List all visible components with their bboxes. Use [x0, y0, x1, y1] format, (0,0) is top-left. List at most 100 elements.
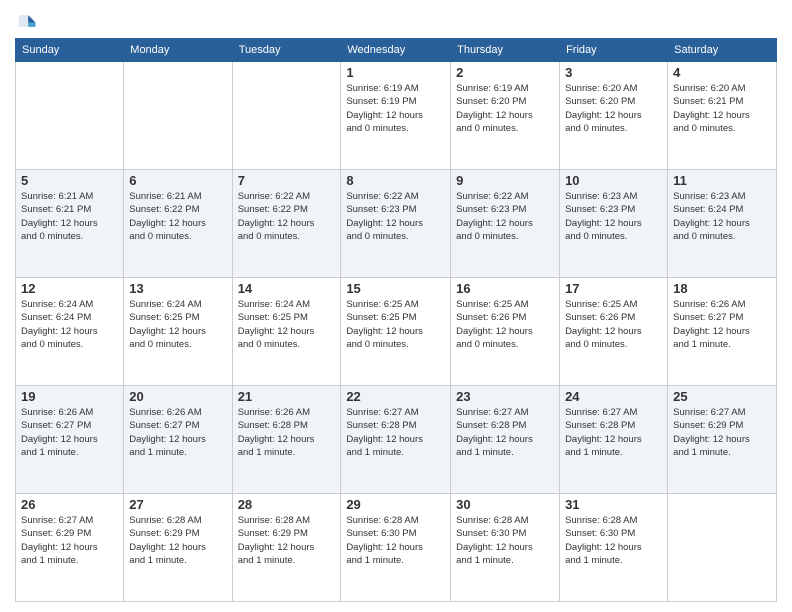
day-info: Sunrise: 6:19 AMSunset: 6:19 PMDaylight:… [346, 82, 445, 135]
day-number: 22 [346, 389, 445, 404]
calendar-week-row: 12 Sunrise: 6:24 AMSunset: 6:24 PMDayligh… [16, 278, 777, 386]
day-info: Sunrise: 6:28 AMSunset: 6:29 PMDaylight:… [129, 514, 226, 567]
calendar-cell: 22 Sunrise: 6:27 AMSunset: 6:28 PMDayligh… [341, 386, 451, 494]
day-info: Sunrise: 6:24 AMSunset: 6:25 PMDaylight:… [129, 298, 226, 351]
calendar-cell: 10 Sunrise: 6:23 AMSunset: 6:23 PMDayligh… [560, 170, 668, 278]
day-number: 3 [565, 65, 662, 80]
day-number: 11 [673, 173, 771, 188]
day-info: Sunrise: 6:23 AMSunset: 6:23 PMDaylight:… [565, 190, 662, 243]
day-info: Sunrise: 6:19 AMSunset: 6:20 PMDaylight:… [456, 82, 554, 135]
day-number: 7 [238, 173, 336, 188]
day-number: 6 [129, 173, 226, 188]
weekday-header-monday: Monday [124, 39, 232, 62]
calendar-cell: 25 Sunrise: 6:27 AMSunset: 6:29 PMDayligh… [668, 386, 777, 494]
calendar-cell: 15 Sunrise: 6:25 AMSunset: 6:25 PMDayligh… [341, 278, 451, 386]
day-info: Sunrise: 6:23 AMSunset: 6:24 PMDaylight:… [673, 190, 771, 243]
day-info: Sunrise: 6:28 AMSunset: 6:30 PMDaylight:… [456, 514, 554, 567]
weekday-header-tuesday: Tuesday [232, 39, 341, 62]
day-info: Sunrise: 6:24 AMSunset: 6:24 PMDaylight:… [21, 298, 118, 351]
day-number: 29 [346, 497, 445, 512]
day-number: 28 [238, 497, 336, 512]
calendar-cell: 8 Sunrise: 6:22 AMSunset: 6:23 PMDaylight… [341, 170, 451, 278]
calendar-cell: 14 Sunrise: 6:24 AMSunset: 6:25 PMDayligh… [232, 278, 341, 386]
calendar-cell: 17 Sunrise: 6:25 AMSunset: 6:26 PMDayligh… [560, 278, 668, 386]
day-info: Sunrise: 6:22 AMSunset: 6:23 PMDaylight:… [456, 190, 554, 243]
header [15, 10, 777, 32]
calendar-cell: 5Sunrise: 6:21 AMSunset: 6:21 PMDaylight… [16, 170, 124, 278]
calendar-cell: 28 Sunrise: 6:28 AMSunset: 6:29 PMDayligh… [232, 494, 341, 602]
weekday-header-sunday: Sunday [16, 39, 124, 62]
day-info: Sunrise: 6:26 AMSunset: 6:27 PMDaylight:… [21, 406, 118, 459]
day-number: 26 [21, 497, 118, 512]
calendar-cell [16, 62, 124, 170]
day-number: 25 [673, 389, 771, 404]
day-info: Sunrise: 6:25 AMSunset: 6:26 PMDaylight:… [565, 298, 662, 351]
day-number: 12 [21, 281, 118, 296]
day-number: 16 [456, 281, 554, 296]
calendar-cell: 24 Sunrise: 6:27 AMSunset: 6:28 PMDayligh… [560, 386, 668, 494]
day-info: Sunrise: 6:21 AMSunset: 6:22 PMDaylight:… [129, 190, 226, 243]
day-info: Sunrise: 6:28 AMSunset: 6:29 PMDaylight:… [238, 514, 336, 567]
calendar-cell: 9 Sunrise: 6:22 AMSunset: 6:23 PMDaylight… [451, 170, 560, 278]
day-info: Sunrise: 6:28 AMSunset: 6:30 PMDaylight:… [565, 514, 662, 567]
weekday-header-thursday: Thursday [451, 39, 560, 62]
calendar-cell [232, 62, 341, 170]
calendar-cell: 19 Sunrise: 6:26 AMSunset: 6:27 PMDayligh… [16, 386, 124, 494]
calendar-cell: 27Sunrise: 6:28 AMSunset: 6:29 PMDayligh… [124, 494, 232, 602]
calendar-cell: 20Sunrise: 6:26 AMSunset: 6:27 PMDayligh… [124, 386, 232, 494]
calendar-cell: 2 Sunrise: 6:19 AMSunset: 6:20 PMDaylight… [451, 62, 560, 170]
calendar-week-row: 26 Sunrise: 6:27 AMSunset: 6:29 PMDayligh… [16, 494, 777, 602]
day-number: 13 [129, 281, 226, 296]
calendar-table: SundayMondayTuesdayWednesdayThursdayFrid… [15, 38, 777, 602]
day-info: Sunrise: 6:24 AMSunset: 6:25 PMDaylight:… [238, 298, 336, 351]
calendar-cell [668, 494, 777, 602]
weekday-header-wednesday: Wednesday [341, 39, 451, 62]
day-info: Sunrise: 6:26 AMSunset: 6:28 PMDaylight:… [238, 406, 336, 459]
day-number: 5 [21, 173, 118, 188]
day-info: Sunrise: 6:27 AMSunset: 6:28 PMDaylight:… [346, 406, 445, 459]
day-info: Sunrise: 6:25 AMSunset: 6:26 PMDaylight:… [456, 298, 554, 351]
day-number: 9 [456, 173, 554, 188]
calendar-cell: 7Sunrise: 6:22 AMSunset: 6:22 PMDaylight… [232, 170, 341, 278]
calendar-cell: 18 Sunrise: 6:26 AMSunset: 6:27 PMDayligh… [668, 278, 777, 386]
calendar-week-row: 5Sunrise: 6:21 AMSunset: 6:21 PMDaylight… [16, 170, 777, 278]
day-number: 31 [565, 497, 662, 512]
day-info: Sunrise: 6:26 AMSunset: 6:27 PMDaylight:… [673, 298, 771, 351]
weekday-header-friday: Friday [560, 39, 668, 62]
day-info: Sunrise: 6:27 AMSunset: 6:29 PMDaylight:… [21, 514, 118, 567]
day-info: Sunrise: 6:27 AMSunset: 6:29 PMDaylight:… [673, 406, 771, 459]
calendar-cell: 6 Sunrise: 6:21 AMSunset: 6:22 PMDaylight… [124, 170, 232, 278]
logo-icon [15, 10, 37, 32]
day-number: 8 [346, 173, 445, 188]
calendar-week-row: 1 Sunrise: 6:19 AMSunset: 6:19 PMDaylight… [16, 62, 777, 170]
day-number: 24 [565, 389, 662, 404]
page: SundayMondayTuesdayWednesdayThursdayFrid… [0, 0, 792, 612]
day-number: 17 [565, 281, 662, 296]
calendar-cell: 3Sunrise: 6:20 AMSunset: 6:20 PMDaylight… [560, 62, 668, 170]
calendar-cell: 21 Sunrise: 6:26 AMSunset: 6:28 PMDayligh… [232, 386, 341, 494]
day-number: 20 [129, 389, 226, 404]
calendar-cell: 23 Sunrise: 6:27 AMSunset: 6:28 PMDayligh… [451, 386, 560, 494]
calendar-cell: 11 Sunrise: 6:23 AMSunset: 6:24 PMDayligh… [668, 170, 777, 278]
day-number: 21 [238, 389, 336, 404]
calendar-cell: 12 Sunrise: 6:24 AMSunset: 6:24 PMDayligh… [16, 278, 124, 386]
day-number: 19 [21, 389, 118, 404]
day-info: Sunrise: 6:28 AMSunset: 6:30 PMDaylight:… [346, 514, 445, 567]
calendar-cell [124, 62, 232, 170]
weekday-header-row: SundayMondayTuesdayWednesdayThursdayFrid… [16, 39, 777, 62]
day-number: 23 [456, 389, 554, 404]
calendar-cell: 26 Sunrise: 6:27 AMSunset: 6:29 PMDayligh… [16, 494, 124, 602]
day-info: Sunrise: 6:20 AMSunset: 6:21 PMDaylight:… [673, 82, 771, 135]
day-info: Sunrise: 6:27 AMSunset: 6:28 PMDaylight:… [565, 406, 662, 459]
day-info: Sunrise: 6:27 AMSunset: 6:28 PMDaylight:… [456, 406, 554, 459]
day-number: 10 [565, 173, 662, 188]
day-number: 15 [346, 281, 445, 296]
calendar-cell: 30Sunrise: 6:28 AMSunset: 6:30 PMDayligh… [451, 494, 560, 602]
day-info: Sunrise: 6:22 AMSunset: 6:23 PMDaylight:… [346, 190, 445, 243]
calendar-cell: 4Sunrise: 6:20 AMSunset: 6:21 PMDaylight… [668, 62, 777, 170]
day-number: 18 [673, 281, 771, 296]
day-info: Sunrise: 6:25 AMSunset: 6:25 PMDaylight:… [346, 298, 445, 351]
day-number: 1 [346, 65, 445, 80]
day-number: 14 [238, 281, 336, 296]
day-number: 2 [456, 65, 554, 80]
